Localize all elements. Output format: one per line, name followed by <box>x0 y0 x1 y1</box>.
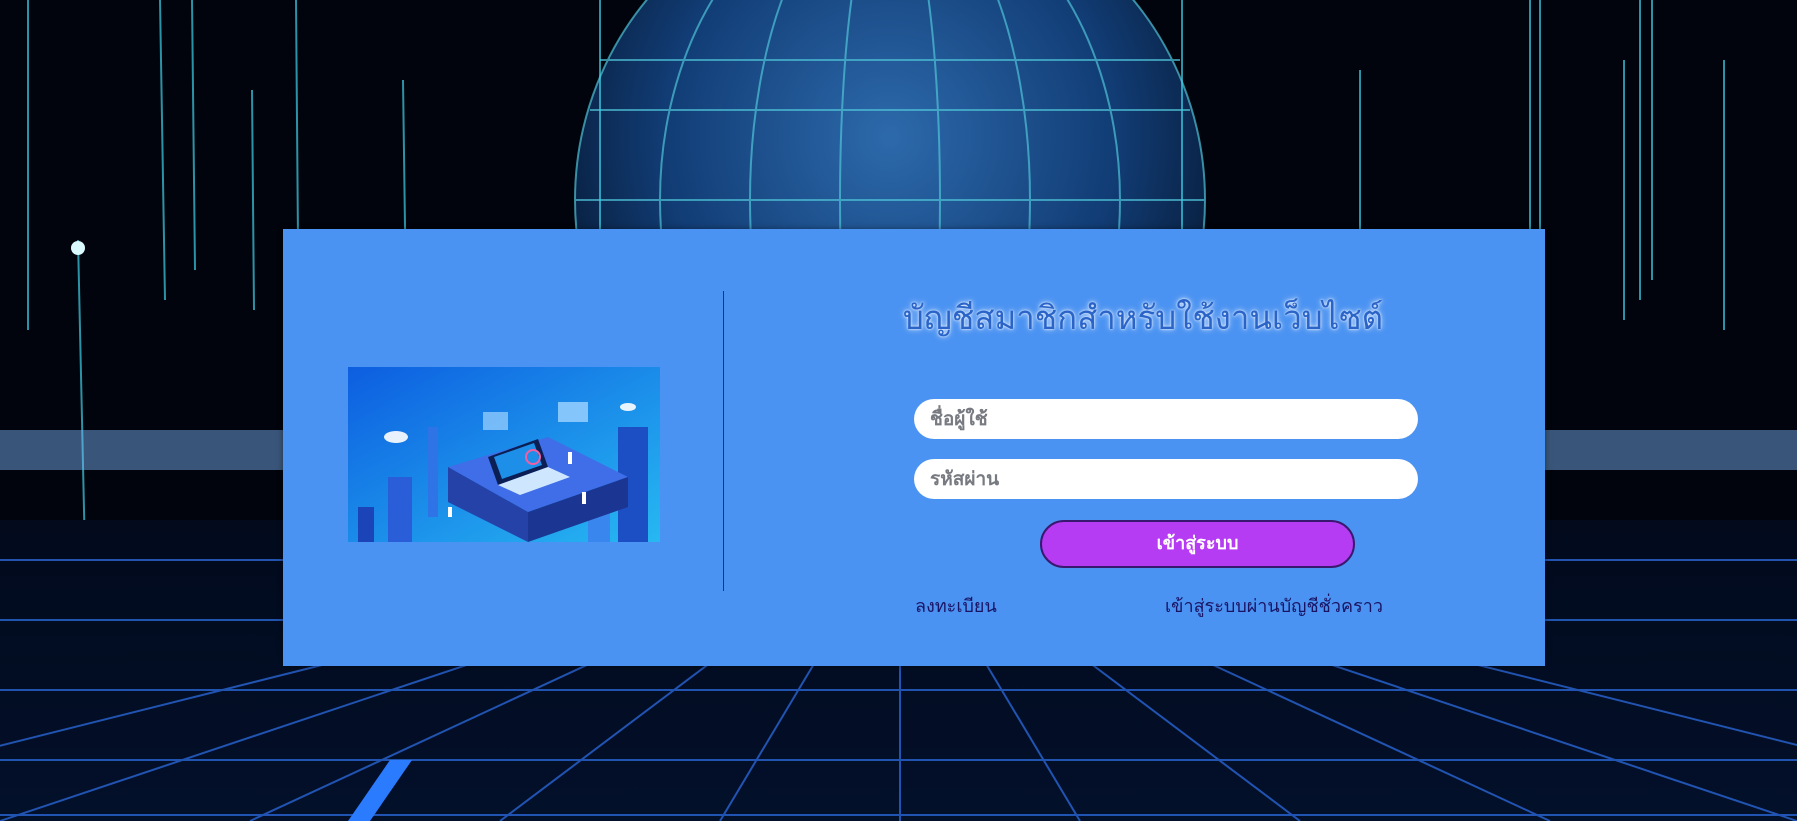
page-title: บัญชีสมาชิกสำหรับใช้งานเว็บไซต์ <box>902 298 1384 337</box>
register-link[interactable]: ลงทะเบียน <box>915 591 997 620</box>
isometric-tech-illustration <box>348 367 660 542</box>
guest-login-link[interactable]: เข้าสู่ระบบผ่านบัญชีชั่วคราว <box>1165 591 1383 620</box>
login-panel: บัญชีสมาชิกสำหรับใช้งานเว็บไซต์ เข้าสู่ร… <box>283 229 1545 666</box>
username-input[interactable] <box>914 399 1418 439</box>
vertical-divider <box>723 291 724 591</box>
password-input[interactable] <box>914 459 1418 499</box>
login-button[interactable]: เข้าสู่ระบบ <box>1040 520 1355 568</box>
